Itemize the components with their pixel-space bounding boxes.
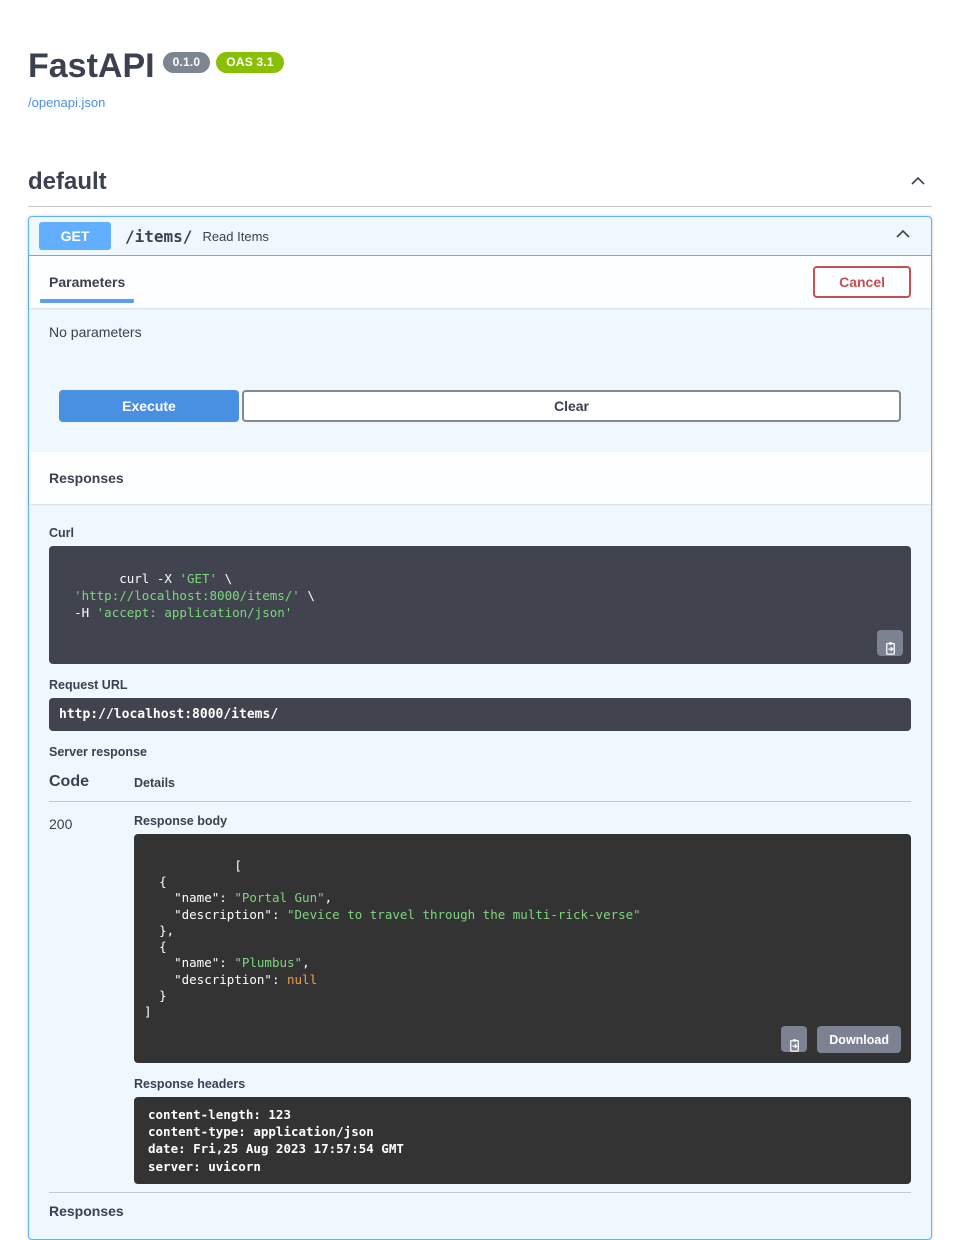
tab-parameters[interactable]: Parameters (49, 256, 125, 308)
server-response-label: Server response (49, 745, 911, 759)
chevron-up-icon (908, 171, 928, 194)
tag-title: default (28, 168, 107, 196)
live-response-row: 200 Response body [ { "name": "Portal Gu… (49, 802, 911, 1193)
responses-section-header: Responses (29, 452, 931, 504)
curl-command-block: curl -X 'GET' \ 'http://localhost:8000/i… (49, 546, 911, 663)
api-badges: 0.1.0 OAS 3.1 (163, 52, 284, 73)
clear-button[interactable]: Clear (242, 390, 901, 422)
copy-icon (781, 1008, 807, 1071)
request-url-label: Request URL (49, 678, 911, 692)
page: FastAPI 0.1.0 OAS 3.1 /openapi.json defa… (0, 0, 960, 1240)
active-tab-underline (40, 299, 134, 303)
cancel-button[interactable]: Cancel (813, 266, 911, 298)
method-badge: GET (39, 222, 111, 250)
operation-summary-text: Read Items (202, 229, 268, 244)
parameters-section-header: Parameters Cancel (29, 256, 931, 308)
curl-command-text: curl -X 'GET' \ 'http://localhost:8000/i… (59, 571, 315, 620)
api-info: FastAPI 0.1.0 OAS 3.1 /openapi.json (28, 0, 932, 112)
chevron-up-icon (893, 224, 913, 249)
openapi-spec-link[interactable]: /openapi.json (28, 95, 105, 110)
documented-responses-title: Responses (49, 1203, 911, 1219)
request-url-block: http://localhost:8000/items/ (49, 698, 911, 731)
response-body-label: Response body (134, 814, 911, 828)
parameters-body: No parameters Execute Clear (29, 308, 931, 452)
response-body-controls: Download (781, 1026, 901, 1053)
status-code: 200 (49, 814, 134, 1184)
copy-curl-button[interactable] (877, 630, 903, 656)
response-body-block: [ { "name": "Portal Gun", "description":… (134, 834, 911, 1063)
tag-section-default[interactable]: default (28, 168, 932, 207)
code-column-header: Code (49, 773, 134, 791)
response-headers-block: content-length: 123 content-type: applic… (134, 1097, 911, 1184)
curl-label: Curl (49, 526, 911, 540)
copy-icon (877, 611, 903, 674)
response-details: Response body [ { "name": "Portal Gun", … (134, 814, 911, 1184)
api-title: FastAPI (28, 48, 155, 85)
no-parameters-text: No parameters (49, 324, 911, 340)
details-column-header: Details (134, 773, 175, 791)
copy-response-button[interactable] (781, 1026, 807, 1052)
response-body-json: [ { "name": "Portal Gun", "description":… (144, 858, 641, 1019)
responses-inner: Curl curl -X 'GET' \ 'http://localhost:8… (29, 504, 931, 1239)
opblock-get-items: GET /items/ Read Items Parameters Cancel… (28, 216, 932, 1240)
execute-button[interactable]: Execute (59, 390, 239, 422)
execute-button-group: Execute Clear (59, 390, 901, 452)
operation-path: /items/ (111, 227, 202, 246)
opblock-summary[interactable]: GET /items/ Read Items (29, 217, 931, 256)
version-badge: 0.1.0 (163, 52, 211, 73)
download-button[interactable]: Download (817, 1026, 901, 1053)
parameters-tab-label: Parameters (49, 274, 125, 290)
tag-collapse-button[interactable] (904, 171, 932, 194)
responses-section-title: Responses (49, 470, 124, 486)
opblock-collapse-button[interactable] (889, 224, 921, 249)
live-response-table-header: Code Details (49, 773, 911, 802)
oas-badge: OAS 3.1 (216, 52, 283, 73)
response-headers-label: Response headers (134, 1077, 911, 1091)
